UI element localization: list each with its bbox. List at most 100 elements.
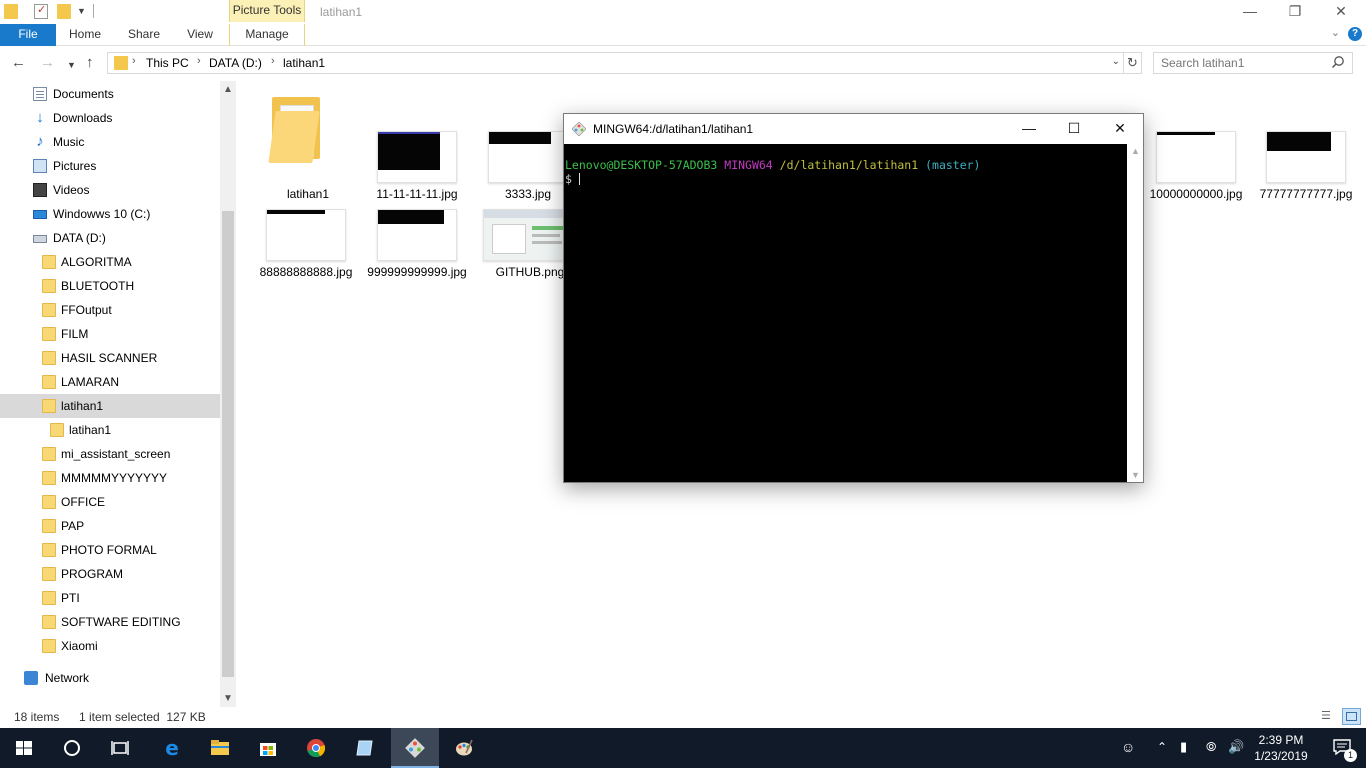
start-button[interactable] (0, 728, 48, 768)
sidebar-item-latihan1[interactable]: latihan1 (0, 418, 220, 442)
details-view-icon[interactable]: ☰ (1321, 709, 1337, 724)
help-icon[interactable]: ? (1348, 27, 1362, 41)
properties-icon[interactable] (34, 3, 48, 19)
sidebar-item-film[interactable]: FILM (0, 322, 220, 346)
explorer-titlebar: ▼ Picture Tools latihan1 — ❐ ✕ (0, 0, 1366, 24)
input-line[interactable]: $ (565, 172, 1127, 186)
folder-icon (42, 327, 56, 341)
sidebar-item-ffoutput[interactable]: FFOutput (0, 298, 220, 322)
notepad-button[interactable] (341, 728, 389, 768)
sidebar-item-pap[interactable]: PAP (0, 514, 220, 538)
sidebar-item-downloads[interactable]: ↓ Downloads (0, 106, 220, 130)
action-center-button[interactable]: 1 (1316, 728, 1366, 768)
scroll-up-icon[interactable]: ▲ (223, 84, 233, 95)
breadcrumb-this-pc[interactable]: This PC (146, 56, 189, 70)
sidebar-item-label: FFOutput (61, 303, 112, 317)
address-dropdown-icon[interactable]: ⌄ (1112, 56, 1120, 67)
tab-manage[interactable]: Manage (229, 24, 305, 46)
breadcrumb-latihan1[interactable]: latihan1 (283, 56, 325, 70)
sidebar-item-program[interactable]: PROGRAM (0, 562, 220, 586)
sidebar-item-network[interactable]: Network (0, 666, 220, 690)
forward-arrow-icon[interactable]: → (40, 55, 55, 71)
file-item-999999999999[interactable]: 999999999999.jpg (363, 205, 471, 281)
recent-locations-icon[interactable]: ▼ (67, 57, 76, 73)
sidebar-item-windowws-10-c[interactable]: Windowws 10 (C:) (0, 202, 220, 226)
file-item-77777777777[interactable]: 77777777777.jpg (1252, 127, 1360, 203)
refresh-icon[interactable]: ↻ (1124, 52, 1142, 74)
new-folder-icon[interactable] (57, 4, 71, 19)
nav-scroll-thumb[interactable] (222, 211, 234, 677)
show-hidden-icons-icon[interactable]: ⌃ (1157, 739, 1167, 755)
sidebar-item-documents[interactable]: Documents (0, 82, 220, 106)
breadcrumb-data-d[interactable]: DATA (D:) (209, 56, 262, 70)
image-thumbnail (377, 209, 457, 261)
wifi-icon[interactable]: ⦾ (1206, 739, 1216, 755)
sidebar-item-label: PTI (61, 591, 80, 605)
terminal-close-button[interactable]: ✕ (1097, 114, 1143, 144)
sidebar-item-office[interactable]: OFFICE (0, 490, 220, 514)
file-item-10000000000[interactable]: 10000000000.jpg (1142, 127, 1250, 203)
file-item-11-11-11-11[interactable]: 11-11-11-11.jpg (363, 127, 471, 203)
scroll-down-icon[interactable]: ▼ (223, 693, 233, 704)
expand-ribbon-icon[interactable]: ⌄ (1331, 26, 1340, 39)
scroll-down-icon[interactable]: ▼ (1131, 470, 1140, 480)
paint-button[interactable] (440, 728, 488, 768)
task-view-button[interactable] (96, 728, 144, 768)
sidebar-item-videos[interactable]: Videos (0, 178, 220, 202)
restore-button[interactable]: ❐ (1272, 0, 1318, 24)
cortana-button[interactable] (48, 728, 96, 768)
terminal-titlebar[interactable]: MINGW64:/d/latihan1/latihan1 — ☐ ✕ (564, 114, 1143, 144)
sidebar-item-latihan1[interactable]: latihan1 (0, 394, 220, 418)
sidebar-item-software-editing[interactable]: SOFTWARE EDITING (0, 610, 220, 634)
search-input[interactable] (1153, 52, 1353, 74)
sidebar-item-lamaran[interactable]: LAMARAN (0, 370, 220, 394)
folder-icon (42, 495, 56, 509)
tab-file[interactable]: File (0, 24, 56, 46)
tab-share[interactable]: Share (121, 24, 167, 46)
edge-button[interactable]: e (148, 728, 196, 768)
chevron-right-icon[interactable]: › (271, 55, 275, 67)
chrome-button[interactable] (292, 728, 340, 768)
image-thumbnail (266, 209, 346, 261)
sidebar-item-data-d[interactable]: DATA (D:) (0, 226, 220, 250)
sidebar-item-mmmmmyyyyyyy[interactable]: MMMMMYYYYYYY (0, 466, 220, 490)
sidebar-item-algoritma[interactable]: ALGORITMA (0, 250, 220, 274)
store-button[interactable] (244, 728, 292, 768)
file-item-folder-latihan1[interactable]: latihan1 (254, 97, 362, 201)
battery-icon[interactable]: ▮ (1180, 739, 1187, 755)
large-icons-view-icon[interactable] (1342, 708, 1361, 725)
volume-icon[interactable]: 🔊 (1228, 739, 1244, 755)
sidebar-item-music[interactable]: ♪ Music (0, 130, 220, 154)
terminal-output[interactable]: Lenovo@DESKTOP-57ADOB3 MINGW64 /d/latiha… (564, 144, 1127, 482)
close-button[interactable]: ✕ (1318, 0, 1364, 24)
address-bar[interactable]: › This PC › DATA (D:) › latihan1 ⌄ (107, 52, 1124, 74)
file-explorer-button[interactable] (196, 728, 244, 768)
scroll-up-icon[interactable]: ▲ (1131, 146, 1140, 156)
sidebar-item-xiaomi[interactable]: Xiaomi (0, 634, 220, 658)
sidebar-item-bluetooth[interactable]: BLUETOOTH (0, 274, 220, 298)
sidebar-item-photo-formal[interactable]: PHOTO FORMAL (0, 538, 220, 562)
git-bash-taskbar-button[interactable] (391, 728, 439, 768)
git-bash-window[interactable]: MINGW64:/d/latihan1/latihan1 — ☐ ✕ Lenov… (563, 113, 1144, 483)
back-arrow-icon[interactable]: ← (11, 55, 26, 71)
terminal-minimize-button[interactable]: — (1006, 114, 1052, 144)
chevron-right-icon[interactable]: › (197, 55, 201, 67)
chevron-right-icon[interactable]: › (132, 55, 136, 67)
sidebar-item-pictures[interactable]: Pictures (0, 154, 220, 178)
nav-scrollbar[interactable]: ▲ ▼ (220, 81, 236, 707)
up-arrow-icon[interactable]: ↑ (86, 55, 94, 71)
terminal-scrollbar[interactable]: ▲ ▼ (1127, 144, 1143, 482)
tab-view[interactable]: View (178, 24, 222, 46)
tab-home[interactable]: Home (62, 24, 108, 46)
quick-access-dropdown-icon[interactable]: ▼ (77, 6, 86, 16)
sidebar-item-label: PHOTO FORMAL (61, 543, 157, 557)
terminal-maximize-button[interactable]: ☐ (1051, 114, 1097, 144)
search-icon[interactable] (1331, 55, 1345, 69)
minimize-button[interactable]: — (1227, 0, 1273, 24)
sidebar-item-hasil-scanner[interactable]: HASIL SCANNER (0, 346, 220, 370)
clock[interactable]: 2:39 PM 1/23/2019 (1246, 732, 1316, 764)
people-icon[interactable]: ☺ (1121, 739, 1135, 755)
file-item-88888888888[interactable]: 88888888888.jpg (252, 205, 360, 281)
sidebar-item-pti[interactable]: PTI (0, 586, 220, 610)
sidebar-item-mi-assistant-screen[interactable]: mi_assistant_screen (0, 442, 220, 466)
